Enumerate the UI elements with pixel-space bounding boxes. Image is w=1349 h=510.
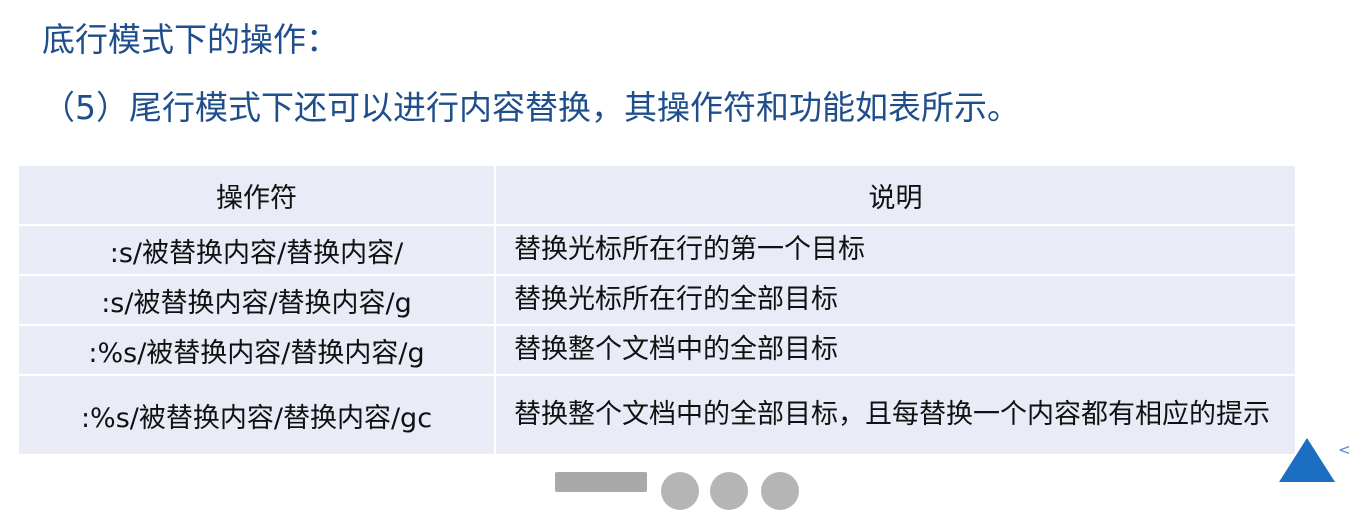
description-cell: 替换光标所在行的全部目标 bbox=[494, 274, 1297, 326]
triangle-up-icon[interactable] bbox=[1279, 438, 1335, 482]
page-heading: 底行模式下的操作： bbox=[42, 20, 339, 59]
slide-nav-dot[interactable] bbox=[761, 472, 799, 510]
operator-cell: :%s/被替换内容/替换内容/g bbox=[17, 324, 496, 376]
chevron-left-icon[interactable]: < bbox=[1338, 440, 1349, 459]
table-row: :s/被替换内容/替换内容/ 替换光标所在行的第一个目标 bbox=[17, 224, 1297, 276]
column-header-operator: 操作符 bbox=[17, 164, 496, 226]
table-header-row: 操作符 说明 bbox=[17, 164, 1297, 226]
operator-table: 操作符 说明 :s/被替换内容/替换内容/ 替换光标所在行的第一个目标 :s/被… bbox=[17, 164, 1297, 456]
operator-cell: :s/被替换内容/替换内容/ bbox=[17, 224, 496, 276]
table-row: :%s/被替换内容/替换内容/gc 替换整个文档中的全部目标，且每替换一个内容都… bbox=[17, 374, 1297, 456]
operator-cell: :%s/被替换内容/替换内容/gc bbox=[17, 374, 496, 456]
column-header-description: 说明 bbox=[494, 164, 1297, 226]
description-cell: 替换光标所在行的第一个目标 bbox=[494, 224, 1297, 276]
table-row: :%s/被替换内容/替换内容/g 替换整个文档中的全部目标 bbox=[17, 324, 1297, 376]
slide-nav-dot[interactable] bbox=[661, 472, 699, 510]
slide-nav-dot[interactable] bbox=[710, 472, 748, 510]
slide-nav-pill[interactable] bbox=[555, 472, 647, 492]
operator-cell: :s/被替换内容/替换内容/g bbox=[17, 274, 496, 326]
description-cell: 替换整个文档中的全部目标 bbox=[494, 324, 1297, 376]
table-row: :s/被替换内容/替换内容/g 替换光标所在行的全部目标 bbox=[17, 274, 1297, 326]
description-cell: 替换整个文档中的全部目标，且每替换一个内容都有相应的提示 bbox=[494, 374, 1297, 456]
page-subheading: （5）尾行模式下还可以进行内容替换，其操作符和功能如表所示。 bbox=[42, 88, 1020, 127]
